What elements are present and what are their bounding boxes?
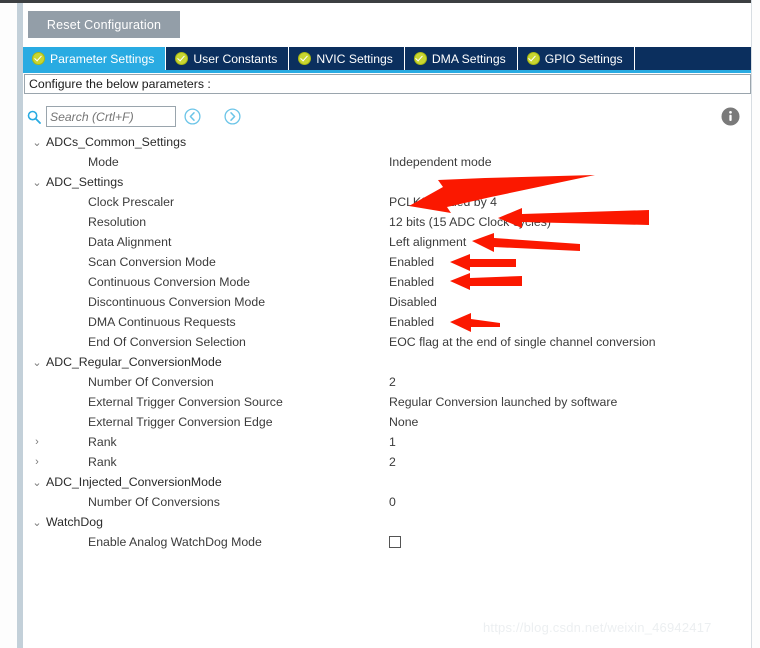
tree-row-value[interactable]: 1 [389,432,396,452]
tab-bar-underline [23,70,751,73]
tree-parameter-row[interactable]: Data Alignment Left alignment [24,232,744,252]
tab-label: User Constants [193,51,278,66]
tree-row-value[interactable]: EOC flag at the end of single channel co… [389,332,656,352]
tree-parameter-row[interactable]: Resolution 12 bits (15 ADC Clock cycles) [24,212,744,232]
tree-row-label: WatchDog [46,515,103,529]
tab-label: GPIO Settings [544,51,623,66]
tree-row-label: ADC_Regular_ConversionMode [46,355,222,369]
tree-row-value[interactable]: 2 [389,452,396,472]
tree-row-label: Number Of Conversion [88,375,214,389]
tree-row-label: Scan Conversion Mode [88,255,216,269]
tree-row-label: Mode [88,155,119,169]
tree-row-value[interactable]: 2 [389,372,396,392]
tree-group-row[interactable]: ⌄ ADC_Injected_ConversionMode [24,472,744,492]
reset-configuration-button[interactable]: Reset Configuration [28,11,180,38]
chevron-down-icon[interactable]: ⌄ [31,352,43,372]
tree-parameter-row[interactable]: Continuous Conversion Mode Enabled [24,272,744,292]
tree-row-label: Clock Prescaler [88,195,175,209]
check-badge-icon [526,52,540,65]
tab-label: NVIC Settings [316,51,393,66]
settings-tab-bar: Parameter Settings User Constants NVIC Set… [23,47,751,70]
tree-row-value[interactable]: 12 bits (15 ADC Clock cycles) [389,212,551,232]
tab-label: DMA Settings [431,51,506,66]
tree-row-value[interactable] [389,532,401,552]
tree-row-label: Continuous Conversion Mode [88,275,251,289]
tree-row-value[interactable]: Disabled [389,292,437,312]
chevron-down-icon[interactable]: ⌄ [31,512,43,532]
chevron-right-icon[interactable]: › [31,452,43,472]
tree-parameter-row[interactable]: Number Of Conversion 2 [24,372,744,392]
chevron-down-icon[interactable]: ⌄ [31,172,43,192]
tree-row-value[interactable]: Enabled [389,252,434,272]
tree-row-label: Discontinuous Conversion Mode [88,295,266,309]
tree-row-label: External Trigger Conversion Source [88,395,283,409]
check-badge-icon [32,52,45,65]
configure-hint-bar: Configure the below parameters : [24,74,751,94]
tab-label: Parameter Settings [50,51,155,66]
tree-row-label: Data Alignment [88,235,172,249]
tree-row-label: Number Of Conversions [88,495,220,509]
tree-row-value[interactable]: PCLK2 divided by 4 [389,192,497,212]
tree-parameter-row[interactable]: External Trigger Conversion Source Regula… [24,392,744,412]
analog-watchdog-checkbox[interactable] [389,536,401,548]
tree-row-value[interactable]: Enabled [389,272,434,292]
tree-row-value[interactable]: Left alignment [389,232,466,252]
check-badge-icon [298,52,312,65]
check-badge-icon [413,52,427,65]
left-margin [0,3,17,648]
tree-row-value[interactable]: 0 [389,492,396,512]
tree-group-row[interactable]: ⌄ ADC_Regular_ConversionMode [24,352,744,372]
right-scroll-rail[interactable] [751,0,760,648]
tree-row-value[interactable]: None [389,412,418,432]
tree-row-value[interactable]: Enabled [389,312,434,332]
tree-row-label: DMA Continuous Requests [88,315,236,329]
tree-parameter-row[interactable]: Mode Independent mode [24,152,744,172]
tree-row-label: Rank [88,455,117,469]
tab-gpio-settings[interactable]: GPIO Settings [518,47,635,70]
tree-group-row[interactable]: ⌄ ADC_Settings [24,172,744,192]
tree-group-row[interactable]: › Rank 1 [24,432,744,452]
tree-group-row[interactable]: ⌄ ADCs_Common_Settings [24,132,744,152]
tree-row-label: ADC_Settings [46,175,124,189]
check-badge-icon [175,52,189,65]
chevron-left-circle-icon[interactable] [184,108,201,125]
tree-parameter-row[interactable]: Enable Analog WatchDog Mode [24,532,744,552]
tree-row-label: Enable Analog WatchDog Mode [88,535,262,549]
search-toolbar [24,106,744,130]
tree-row-label: Rank [88,435,117,449]
tree-group-row[interactable]: › Rank 2 [24,452,744,472]
info-circle-icon[interactable] [721,107,740,126]
chevron-down-icon[interactable]: ⌄ [31,132,43,152]
tree-parameter-row[interactable]: End Of Conversion Selection EOC flag at t… [24,332,744,352]
chevron-down-icon[interactable]: ⌄ [31,472,43,492]
search-input[interactable] [46,106,176,127]
chevron-right-circle-icon[interactable] [224,108,241,125]
tree-row-label: End Of Conversion Selection [88,335,246,349]
tree-row-label: ADCs_Common_Settings [46,135,187,149]
chevron-right-icon[interactable]: › [31,432,43,452]
cubemx-adc-configuration-window: Reset Configuration Parameter Settings Us… [0,0,760,648]
tab-parameter-settings[interactable]: Parameter Settings [23,47,167,70]
parameter-tree: ⌄ ADCs_Common_Settings Mode Independent mod… [24,132,744,552]
tree-group-row[interactable]: ⌄ WatchDog [24,512,744,532]
tree-row-value[interactable]: Independent mode [389,152,492,172]
tree-row-value[interactable]: Regular Conversion launched by software [389,392,617,412]
watermark-text: https://blog.csdn.net/weixin_46942417 [483,620,712,635]
tree-parameter-row[interactable]: Scan Conversion Mode Enabled [24,252,744,272]
tab-user-constants[interactable]: User Constants [166,47,290,70]
tree-row-label: External Trigger Conversion Edge [88,415,273,429]
tree-parameter-row[interactable]: DMA Continuous Requests Enabled [24,312,744,332]
tree-row-label: ADC_Injected_ConversionMode [46,475,222,489]
tree-parameter-row[interactable]: Number Of Conversions 0 [24,492,744,512]
tree-parameter-row[interactable]: Clock Prescaler PCLK2 divided by 4 [24,192,744,212]
tab-dma-settings[interactable]: DMA Settings [405,47,518,70]
tree-parameter-row[interactable]: External Trigger Conversion Edge None [24,412,744,432]
tree-row-label: Resolution [88,215,147,229]
tree-parameter-row[interactable]: Discontinuous Conversion Mode Disabled [24,292,744,312]
search-icon [27,110,41,124]
tab-nvic-settings[interactable]: NVIC Settings [289,47,405,70]
